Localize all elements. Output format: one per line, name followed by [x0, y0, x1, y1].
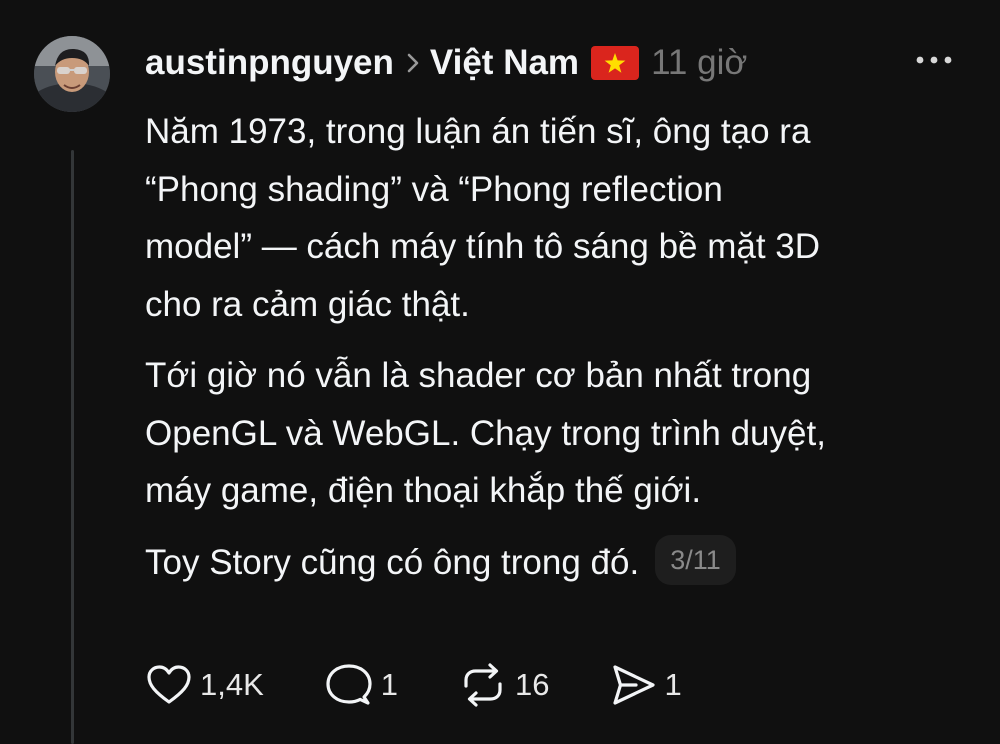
- reply-button[interactable]: 1: [324, 662, 398, 708]
- post-line: Năm 1973, trong luận án tiến sĩ, ông tạo…: [145, 112, 811, 151]
- post-paragraph-1: Năm 1973, trong luận án tiến sĩ, ông tạo…: [145, 103, 975, 333]
- share-count: 1: [664, 667, 682, 702]
- repost-icon: [458, 662, 508, 708]
- chevron-right-icon: [406, 52, 420, 74]
- reply-count: 1: [380, 667, 399, 702]
- post-timestamp: 11 giờ: [651, 43, 748, 82]
- heart-icon: [145, 663, 193, 707]
- topic-link[interactable]: Việt Nam: [430, 43, 579, 83]
- share-icon: [610, 662, 658, 708]
- author-avatar[interactable]: [34, 36, 110, 112]
- post-line: “Phong shading” và “Phong reflection: [145, 169, 723, 209]
- repost-button[interactable]: 16: [458, 662, 550, 708]
- author-username[interactable]: austinpnguyen: [145, 43, 394, 83]
- share-button[interactable]: 1: [610, 662, 682, 708]
- post-header: austinpnguyen Việt Nam 11 giờ: [145, 38, 747, 88]
- post-paragraph-2: Tới giờ nó vẫn là shader cơ bản nhất tro…: [145, 347, 975, 520]
- post-line: Toy Story cũng có ông trong đó.: [145, 542, 640, 582]
- post-paragraph-3: Toy Story cũng có ông trong đó. 3/11: [145, 534, 975, 592]
- post-body: Năm 1973, trong luận án tiến sĩ, ông tạo…: [145, 103, 975, 591]
- post-line: Tới giờ nó vẫn là shader cơ bản nhất tro…: [145, 356, 812, 395]
- more-options-icon[interactable]: [914, 50, 954, 75]
- like-button[interactable]: 1,4K: [145, 663, 264, 707]
- repost-count: 16: [515, 667, 550, 702]
- action-bar: 1,4K 1 16 1: [145, 658, 742, 712]
- like-count: 1,4K: [200, 667, 264, 702]
- post-line: cho ra cảm giác thật.: [145, 284, 470, 324]
- thread-counter-badge: 3/11: [655, 535, 736, 586]
- vietnam-flag-icon: [591, 46, 640, 80]
- post-line-with-counter: Toy Story cũng có ông trong đó. 3/11: [145, 534, 975, 592]
- post-line: model” — cách máy tính tô sáng bề mặt 3D: [145, 227, 821, 266]
- comment-icon: [324, 662, 374, 708]
- thread-line: [71, 150, 74, 744]
- post-line: OpenGL và WebGL. Chạy trong trình duyệt,: [145, 413, 826, 453]
- post-line: máy game, điện thoại khắp thế giới.: [145, 471, 702, 510]
